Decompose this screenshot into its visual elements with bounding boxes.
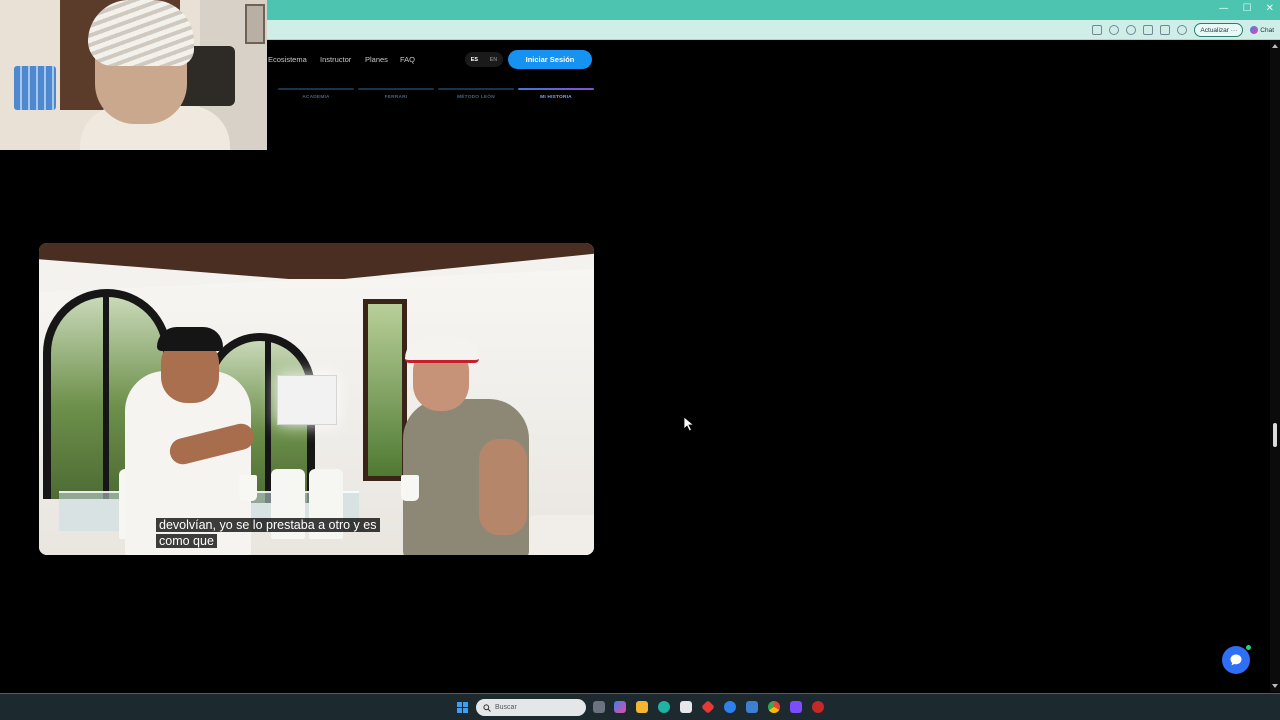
step-label: MI HISTORIA <box>540 95 572 100</box>
login-button[interactable]: Iniciar Sesión <box>508 50 592 69</box>
maximize-icon[interactable]: ☐ <box>1243 3 1252 14</box>
step-label: ACADEMIA <box>302 95 330 100</box>
scroll-down-arrow-icon[interactable] <box>1272 684 1278 688</box>
window-controls: — ☐ ✕ <box>1219 3 1274 14</box>
step-metodo-leon[interactable]: MÉTODO LEÓN <box>438 88 514 104</box>
chat-button[interactable]: Chat <box>1250 26 1274 34</box>
video-softbox-light <box>277 375 337 425</box>
chat-label: Chat <box>1260 26 1274 34</box>
nav-link-ecosistema[interactable]: Ecosistema <box>268 55 307 64</box>
collections-icon[interactable] <box>1160 25 1171 35</box>
chrome-browser-icon[interactable] <box>768 701 780 713</box>
task-view-icon[interactable] <box>593 701 605 713</box>
profile-avatar-icon[interactable] <box>1177 25 1188 35</box>
lang-es[interactable]: ES <box>471 57 478 63</box>
site-nav: Ecosistema Instructor Planes FAQ ES EN I… <box>266 48 606 72</box>
scroll-thumb[interactable] <box>1273 423 1277 447</box>
step-bar <box>278 88 354 90</box>
webcam-picture-frame <box>245 4 265 44</box>
toolbar-icons: Actualizar ··· Chat <box>1092 22 1274 38</box>
video-person-right-cap <box>405 337 479 363</box>
webcam-overlay <box>0 0 267 150</box>
section-steps: ACADEMIA FERRARI MÉTODO LEÓN MI HISTORIA <box>278 88 596 104</box>
lang-en[interactable]: EN <box>490 57 498 63</box>
video-doorway <box>363 299 407 481</box>
mail-app-icon[interactable] <box>746 701 758 713</box>
subtitle-line: devolvían, yo se lo prestaba a otro y es <box>156 518 380 532</box>
favorite-star-icon[interactable] <box>1109 25 1120 35</box>
discord-app-icon[interactable] <box>790 701 802 713</box>
step-label: MÉTODO LEÓN <box>457 95 495 100</box>
minimize-icon[interactable]: — <box>1219 3 1229 14</box>
language-toggle[interactable]: ES EN <box>465 52 503 67</box>
edge-browser-icon[interactable] <box>658 701 670 713</box>
video-person-left-cap <box>157 327 223 351</box>
reading-list-icon[interactable] <box>1092 25 1103 35</box>
step-bar <box>518 88 594 90</box>
step-label: FERRARI <box>384 95 408 100</box>
video-cup <box>401 475 419 501</box>
step-ferrari[interactable]: FERRARI <box>358 88 434 104</box>
app-icon[interactable] <box>812 701 824 713</box>
webcam-person-hair <box>88 0 194 66</box>
video-subtitles: devolvían, yo se lo prestaba a otro y es… <box>156 517 402 549</box>
taskbar-search[interactable]: Buscar <box>476 699 586 716</box>
os-taskbar: Buscar <box>0 693 1280 720</box>
step-academia[interactable]: ACADEMIA <box>278 88 354 104</box>
video-sofa <box>527 515 594 555</box>
windows-start-icon[interactable] <box>457 702 468 713</box>
page-scrollbar[interactable] <box>1270 40 1280 692</box>
close-icon[interactable]: ✕ <box>1266 3 1274 14</box>
search-icon <box>483 703 491 712</box>
search-placeholder: Buscar <box>495 704 517 711</box>
subtitle-line: como que <box>156 534 217 548</box>
help-app-icon[interactable] <box>724 701 736 713</box>
nav-link-instructor[interactable]: Instructor <box>320 55 351 64</box>
online-status-dot <box>1245 644 1252 651</box>
scroll-up-arrow-icon[interactable] <box>1272 44 1278 48</box>
video-person-right-arm <box>479 439 527 535</box>
copilot-icon <box>1250 26 1259 34</box>
nav-link-faq[interactable]: FAQ <box>400 55 415 64</box>
chat-bubble-icon <box>1230 654 1242 666</box>
video-player[interactable]: devolvían, yo se lo prestaba a otro y es… <box>39 243 594 555</box>
extensions-icon[interactable] <box>1126 25 1137 35</box>
step-mi-historia[interactable]: MI HISTORIA <box>518 88 594 104</box>
webcam-water-bottles <box>14 66 56 110</box>
step-bar <box>358 88 434 90</box>
step-bar <box>438 88 514 90</box>
mouse-cursor-icon <box>683 416 695 432</box>
file-explorer-icon[interactable] <box>636 701 648 713</box>
nav-link-planes[interactable]: Planes <box>365 55 388 64</box>
favorites-icon[interactable] <box>1143 25 1154 35</box>
copilot-app-icon[interactable] <box>614 701 626 713</box>
app-icon[interactable] <box>701 700 715 714</box>
screen: — ☐ ✕ Actualizar ··· Chat Ecosistema Ins… <box>0 0 1280 720</box>
store-app-icon[interactable] <box>680 701 692 713</box>
update-button[interactable]: Actualizar ··· <box>1194 23 1244 37</box>
video-cup <box>239 475 257 501</box>
